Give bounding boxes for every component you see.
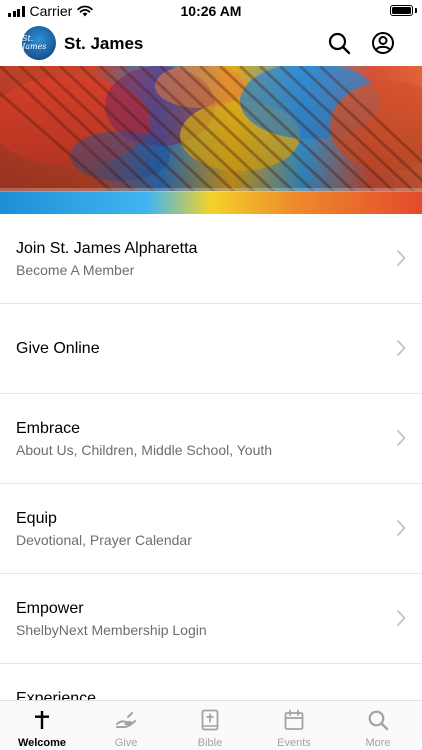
account-icon[interactable] <box>371 31 395 55</box>
search-icon[interactable] <box>327 31 351 55</box>
menu-item-title: Give Online <box>16 340 100 357</box>
app-header: St. James St. James <box>0 22 422 66</box>
chevron-right-icon <box>396 249 406 267</box>
menu-item-title: Embrace <box>16 420 81 437</box>
logo-text: St. James <box>22 34 47 51</box>
tab-events[interactable]: Events <box>252 701 336 750</box>
tab-give[interactable]: Give <box>84 701 168 750</box>
menu-item-subtitle: ShelbyNext Membership Login <box>16 622 207 638</box>
bible-icon <box>201 709 219 731</box>
chevron-right-icon <box>396 339 406 357</box>
app-title: St. James <box>64 34 144 53</box>
menu-item-subtitle: Become A Member <box>16 262 135 278</box>
menu-item-subtitle: Devotional, Prayer Calendar <box>16 532 192 548</box>
status-bar: Carrier 10:26 AM <box>0 0 422 22</box>
search-icon <box>368 710 389 731</box>
tab-more[interactable]: More <box>336 701 420 750</box>
tab-label: Welcome <box>17 737 67 749</box>
menu-item-title: Empower <box>16 600 84 617</box>
cross-icon <box>35 711 49 729</box>
menu-item-title: Experience <box>16 690 97 700</box>
battery-icon <box>390 5 413 16</box>
give-hand-icon <box>116 712 136 728</box>
calendar-icon <box>284 709 304 730</box>
tab-label: Bible <box>197 737 223 749</box>
menu-item-subtitle: About Us, Children, Middle School, Youth <box>16 442 273 458</box>
chevron-right-icon <box>396 519 406 537</box>
tab-bar: Welcome Give Bible Events More <box>0 700 422 750</box>
chevron-right-icon <box>396 429 406 447</box>
menu-item-equip[interactable]: Equip Devotional, Prayer Calendar <box>0 484 422 574</box>
menu-item-give-online[interactable]: Give Online <box>0 304 422 394</box>
menu-item-embrace[interactable]: Embrace About Us, Children, Middle Schoo… <box>0 394 422 484</box>
menu-item-join[interactable]: Join St. James Alpharetta Become A Membe… <box>0 214 422 304</box>
menu-item-title: Join St. James Alpharetta <box>16 240 198 257</box>
tab-bible[interactable]: Bible <box>168 701 252 750</box>
hero-image <box>0 66 422 214</box>
battery-cap <box>415 8 417 13</box>
menu-item-empower[interactable]: Empower ShelbyNext Membership Login <box>0 574 422 664</box>
tab-welcome[interactable]: Welcome <box>0 701 84 750</box>
menu-item-experience[interactable]: Experience <box>0 664 422 700</box>
chevron-right-icon <box>396 609 406 627</box>
tab-label: Give <box>114 737 138 749</box>
status-time: 10:26 AM <box>180 3 242 19</box>
menu-list: Join St. James Alpharetta Become A Membe… <box>0 214 422 700</box>
tab-label: More <box>365 737 391 749</box>
hero-banner <box>0 66 422 214</box>
church-logo[interactable]: St. James <box>22 26 56 60</box>
tab-label: Events <box>277 737 311 749</box>
menu-item-title: Equip <box>16 510 57 527</box>
